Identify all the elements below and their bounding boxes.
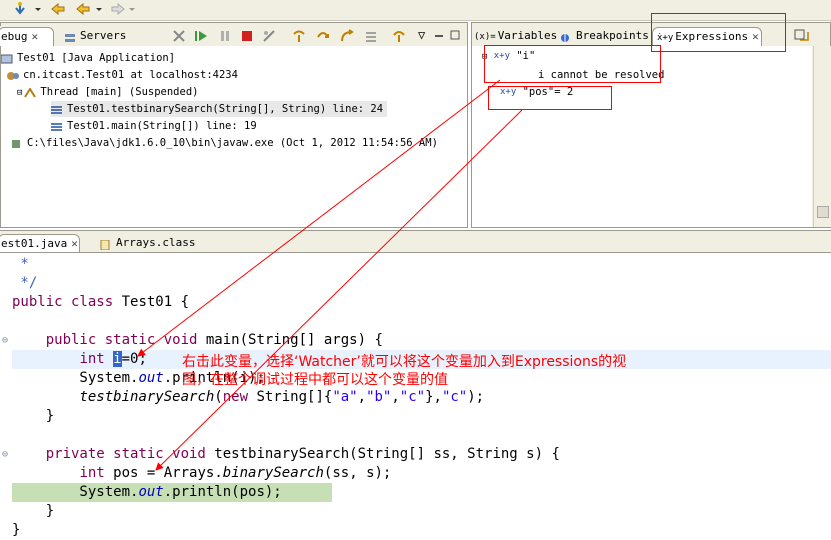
annotation-text-line2: 图，在整个调试过程中都可以这个变量的值: [182, 372, 448, 388]
annotation-text-line1: 右击此变量，选择‘Watcher’就可以将这个变量加入到Expressions的…: [182, 354, 627, 370]
arrow-to-pos: [155, 109, 523, 471]
annotation-arrows: [137, 79, 523, 471]
arrow-to-i: [137, 79, 501, 357]
